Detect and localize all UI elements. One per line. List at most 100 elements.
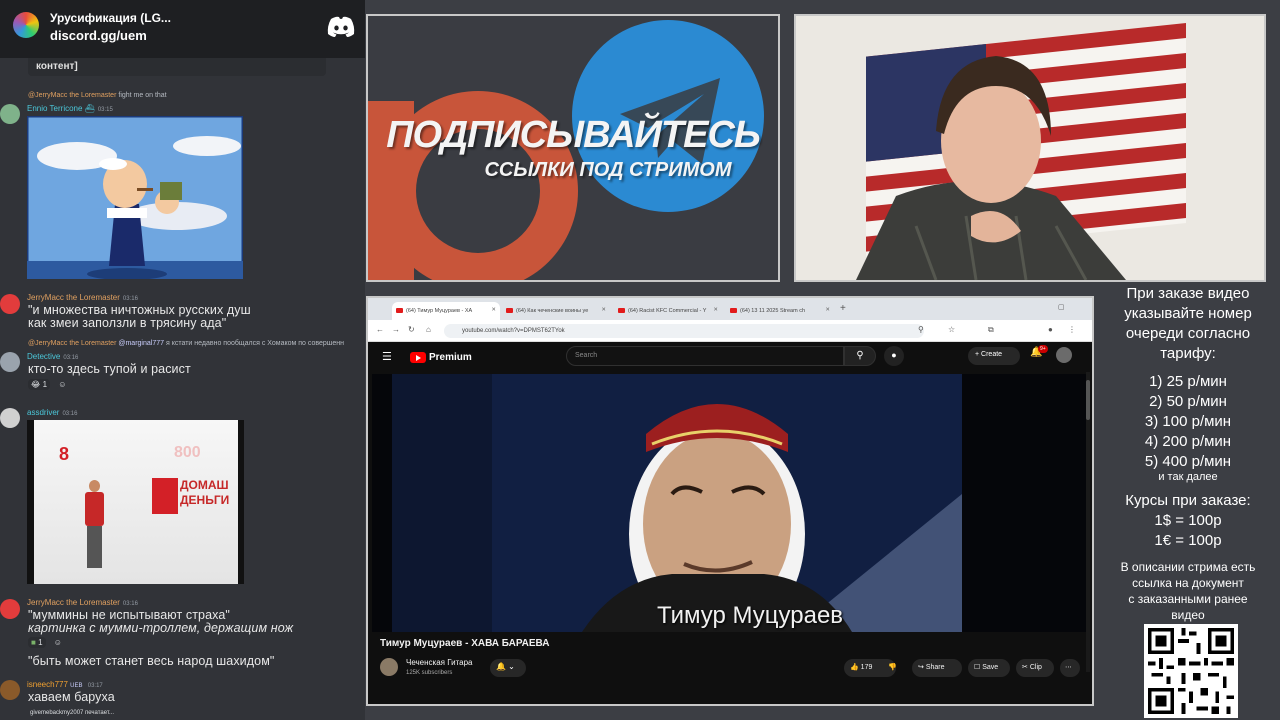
zoom-icon[interactable]: ⚲: [918, 325, 924, 334]
video-caption-text: Тимур Муцураев: [657, 602, 844, 629]
share-button[interactable]: ↪ Share: [912, 659, 962, 677]
laughing-emoji-icon: 😂: [31, 380, 41, 389]
youtube-favicon-icon: [396, 308, 403, 313]
microphone-icon[interactable]: ●: [884, 346, 904, 366]
browser-tab[interactable]: (64) Racist KFC Commercial - Y ✕: [614, 302, 722, 320]
username[interactable]: Detective 03:16: [27, 352, 78, 361]
channel-name[interactable]: Чеченская Гитара: [406, 658, 473, 667]
popeye-cartoon-image[interactable]: [27, 116, 243, 279]
typing-indicator: givemebackmy2007 печатает...: [30, 710, 114, 716]
create-button[interactable]: + Create: [968, 347, 1020, 365]
discord-server-header: Урусификация (LG... discord.gg/uem: [0, 0, 365, 58]
ad-brand-line: ДОМАШ: [180, 478, 229, 492]
username[interactable]: JerryMacc the Loremaster 03:16: [27, 293, 138, 302]
youtube-favicon-icon: [506, 308, 513, 313]
video-player[interactable]: Тимур Муцураев: [372, 374, 1090, 632]
discord-logo-icon: [327, 16, 355, 37]
hamburger-menu-icon[interactable]: ☰: [382, 350, 392, 363]
home-icon[interactable]: ⌂: [426, 325, 431, 334]
subscribed-bell-button[interactable]: 🔔 ⌄: [490, 659, 526, 677]
reply-text: fight me on that: [118, 92, 167, 99]
profile-icon[interactable]: ●: [1048, 325, 1053, 334]
server-invite-link[interactable]: discord.gg/uem: [50, 28, 147, 43]
tariff-item: 3) 100 р/мин: [1144, 413, 1232, 430]
close-tab-icon[interactable]: ✕: [825, 307, 830, 313]
add-reaction-icon[interactable]: ☺: [54, 638, 62, 647]
ad-logo: ДОМАШ ДЕНЬГИ: [152, 476, 234, 520]
description-line: видео: [1171, 608, 1205, 622]
youtube-premium-brand[interactable]: Premium: [429, 352, 472, 363]
channel-avatar[interactable]: [380, 658, 398, 676]
info-heading-line: очереди согласно: [1125, 325, 1251, 342]
url-input[interactable]: youtube.com/watch?v=DPMST62TYok: [444, 324, 924, 338]
browser-tab[interactable]: (64) Как чеченские воины уе ✕: [502, 302, 610, 320]
save-button[interactable]: ☐ Save: [968, 659, 1010, 677]
avatar[interactable]: [0, 352, 20, 372]
avatar[interactable]: [0, 680, 20, 700]
commercial-image[interactable]: 8 800 ДОМАШ ДЕНЬГИ: [27, 420, 244, 584]
close-tab-icon[interactable]: ✕: [713, 307, 718, 313]
info-heading-line: При заказе видео: [1126, 285, 1250, 302]
user-badge: UEB: [70, 683, 83, 689]
info-heading-line: тарифу:: [1160, 345, 1216, 362]
avatar[interactable]: [0, 294, 20, 314]
extensions-icon[interactable]: ⧉: [988, 325, 994, 335]
forward-icon[interactable]: →: [392, 325, 400, 334]
video-frame: [372, 374, 1090, 632]
search-input[interactable]: Search: [566, 346, 844, 366]
avatar[interactable]: [0, 599, 20, 619]
youtube-logo-icon[interactable]: [410, 352, 426, 363]
subscriber-count: 125K subscribers: [406, 670, 453, 676]
new-tab-button[interactable]: +: [840, 303, 846, 314]
promo-title: ПОДПИСЫВАЙТЕСЬ: [386, 114, 761, 156]
account-avatar[interactable]: [1056, 347, 1072, 363]
username[interactable]: Ennio Terricone ⛴ 03:15: [27, 104, 113, 113]
username[interactable]: JerryMacc the Loremaster 03:16: [27, 598, 138, 607]
browser-menu-icon[interactable]: ⋮: [1068, 325, 1076, 334]
boat-emoji-icon: ⛴: [82, 104, 95, 113]
browser-tab-strip: (64) Тимур Муцураев - ХА ✕ (64) Как чечен…: [368, 298, 1092, 320]
timestamp: 03:15: [97, 107, 113, 113]
timestamp: 03:16: [63, 355, 79, 361]
ad-brand-line: ДЕНЬГИ: [180, 493, 230, 507]
username[interactable]: isneech777 UEB 03:17: [27, 680, 103, 689]
message-text: "быть может станет весь народ шахидом": [28, 654, 275, 668]
subscribe-promo-panel: ПОДПИСЫВАЙТЕСЬ ССЫЛКИ ПОД СТРИМОМ: [366, 14, 780, 282]
add-reaction-icon[interactable]: ☺: [58, 380, 66, 389]
timestamp: 03:16: [62, 411, 78, 417]
dislike-button[interactable]: 👎: [882, 659, 904, 677]
page-scrollbar[interactable]: [1086, 372, 1090, 672]
rate-item: 1$ = 100р: [1154, 512, 1222, 529]
browser-tab[interactable]: (64) Тимур Муцураев - ХА ✕: [392, 302, 500, 320]
reaction-chip[interactable]: 😂 1 ☺: [28, 379, 66, 390]
clip-button[interactable]: ✂ Clip: [1016, 659, 1054, 677]
browser-tab[interactable]: (64) 13 11 2025 Stream ch ✕: [726, 302, 834, 320]
window-controls[interactable]: ▢: [1058, 303, 1065, 311]
reaction-chip[interactable]: ■ 1 ☺: [28, 637, 62, 648]
close-tab-icon[interactable]: ✕: [601, 307, 606, 313]
youtube-favicon-icon: [618, 308, 625, 313]
message-text: хаваем баруха: [28, 690, 115, 704]
reply-preview[interactable]: @JerryMacc the Loremaster fight me on th…: [28, 92, 167, 99]
username[interactable]: assdriver 03:16: [27, 408, 77, 417]
tariff-etc: и так далее: [1158, 471, 1218, 483]
info-heading-line: указывайте номер: [1124, 305, 1252, 322]
ad-code: 800: [174, 444, 201, 461]
reply-author: @JerryMacc the Loremaster: [28, 340, 117, 347]
thumbs-up-icon: 👍: [850, 664, 859, 671]
reload-icon[interactable]: ↻: [408, 325, 415, 334]
more-actions-button[interactable]: ⋯: [1060, 659, 1080, 677]
tariff-item: 5) 400 р/мин: [1144, 453, 1232, 470]
avatar[interactable]: [0, 104, 20, 124]
webcam-panel: [794, 14, 1266, 282]
message-text: "и множества ничтожных русских душ: [28, 303, 251, 317]
back-icon[interactable]: ←: [376, 325, 384, 334]
search-icon[interactable]: ⚲: [844, 346, 876, 366]
truncated-message: контент]: [28, 58, 326, 76]
close-tab-icon[interactable]: ✕: [491, 307, 496, 313]
video-title: Тимур Муцураев - ХАВА БАРАЕВА: [380, 638, 550, 649]
message-text: как змеи заползли в трясину ада": [28, 316, 227, 330]
avatar[interactable]: [0, 408, 20, 428]
bookmark-star-icon[interactable]: ☆: [948, 325, 955, 334]
reply-preview[interactable]: @JerryMacc the Loremaster @marginal777 я…: [28, 340, 344, 347]
